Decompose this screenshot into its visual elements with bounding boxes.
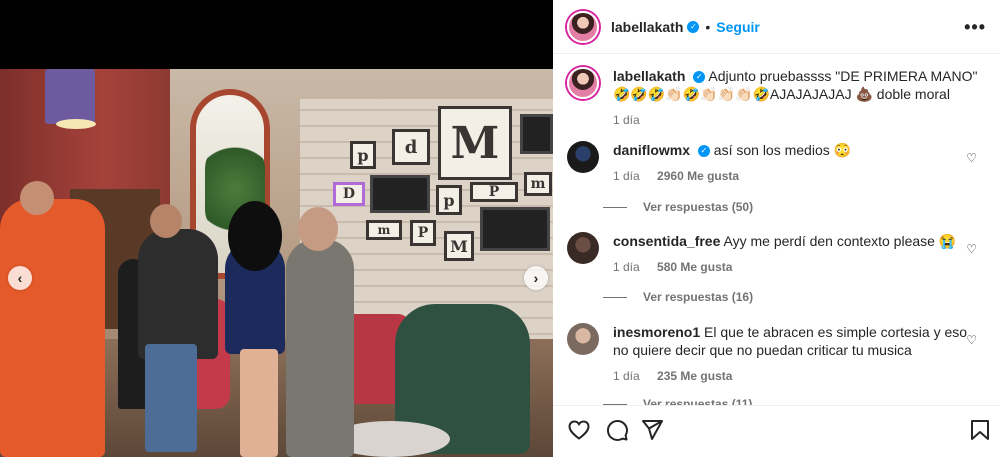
comment-body: consentida_free Ayy me perdí den context… — [613, 232, 968, 276]
person-head — [20, 181, 54, 215]
person-head — [150, 204, 182, 238]
wall-frame: M — [438, 106, 512, 180]
post-media: p d M D p P m m P M ‹ › — [0, 0, 553, 457]
person-black-jacket — [138, 229, 218, 359]
wall-frame: m — [366, 220, 402, 240]
pendant-lamp — [45, 69, 95, 124]
verified-badge-icon: ✓ — [687, 20, 700, 33]
post-sidebar: labellakath ✓ • Seguir ••• labellakath ✓… — [553, 0, 1000, 457]
person-orange-shirt — [0, 199, 105, 457]
wall-frame: M — [444, 231, 474, 261]
chevron-left-icon: ‹ — [17, 270, 23, 286]
view-replies[interactable]: Ver respuestas (50) — [603, 200, 753, 214]
comment-text: así son los medios 😳 — [713, 142, 852, 158]
comment-likes[interactable]: 2960 Me gusta — [657, 169, 739, 183]
avatar[interactable] — [567, 141, 599, 173]
comment-author[interactable]: daniflowmx — [613, 142, 690, 158]
person-legs — [240, 349, 278, 457]
chevron-right-icon: › — [533, 270, 539, 286]
bookmark-icon[interactable] — [968, 418, 992, 442]
heart-icon[interactable]: ♡ — [966, 242, 977, 256]
frame-letter: m — [530, 176, 546, 192]
caption-meta: 1 día — [613, 111, 983, 129]
heart-icon[interactable]: ♡ — [966, 151, 977, 165]
more-icon[interactable]: ••• — [964, 17, 986, 38]
person-hair — [228, 201, 282, 271]
frame-letter: D — [342, 186, 356, 202]
comment-text: Ayy me perdí den contexto please 😭 — [723, 233, 957, 249]
avatar[interactable] — [567, 10, 599, 43]
wall-frame: p — [350, 141, 376, 169]
comment-body: daniflowmx ✓ así son los medios 😳 1 día … — [613, 141, 968, 185]
lamp-light — [56, 119, 96, 129]
heart-icon[interactable]: ♡ — [966, 333, 977, 347]
frame-letter: m — [377, 223, 391, 237]
replies-divider — [603, 296, 627, 298]
comment-time[interactable]: 1 día — [613, 369, 640, 383]
avatar[interactable] — [567, 323, 599, 355]
frame-letter: d — [404, 136, 418, 158]
comment-body: inesmoreno1 El que te abracen es simple … — [613, 323, 968, 385]
heart-icon[interactable] — [567, 418, 591, 442]
view-replies-label[interactable]: Ver respuestas (50) — [643, 200, 753, 214]
view-replies-label[interactable]: Ver respuestas (16) — [643, 290, 753, 304]
comment-meta: 1 día 580 Me gusta — [613, 258, 968, 276]
frame-letter: M — [450, 236, 468, 256]
verified-badge-icon: ✓ — [693, 71, 706, 84]
man-grey-suit — [286, 239, 354, 457]
wall-tv — [520, 114, 553, 154]
avatar[interactable] — [567, 232, 599, 264]
comments-list[interactable]: labellakath ✓ Adjunto pruebassss "DE PRI… — [553, 55, 1000, 405]
comment-likes[interactable]: 235 Me gusta — [657, 369, 732, 383]
frame-letter: M — [450, 117, 500, 169]
verified-badge-icon: ✓ — [697, 145, 710, 158]
view-replies[interactable]: Ver respuestas (11) — [603, 397, 752, 405]
frame-letter: P — [417, 225, 429, 241]
next-image-button[interactable]: › — [524, 266, 548, 290]
wall-frame: p — [436, 185, 462, 215]
wall-tv — [480, 207, 550, 251]
wall-frame: D — [333, 182, 365, 206]
wall-frame: d — [392, 129, 430, 165]
view-replies[interactable]: Ver respuestas (16) — [603, 290, 753, 304]
caption-time[interactable]: 1 día — [613, 113, 640, 127]
action-bar — [553, 405, 1000, 457]
post-author[interactable]: labellakath — [611, 19, 683, 35]
comment-time[interactable]: 1 día — [613, 260, 640, 274]
person-head — [298, 207, 338, 251]
comment-author[interactable]: inesmoreno1 — [613, 324, 700, 340]
send-icon[interactable] — [640, 418, 664, 442]
avatar[interactable] — [567, 67, 599, 99]
wall-frame: P — [470, 182, 518, 202]
wall-frame: m — [524, 172, 552, 196]
separator: • — [705, 18, 711, 35]
follow-button[interactable]: Seguir — [716, 19, 760, 35]
replies-divider — [603, 206, 627, 208]
comment-meta: 1 día 2960 Me gusta — [613, 167, 968, 185]
post-photo[interactable]: p d M D p P m m P M — [0, 69, 553, 457]
person-jeans — [145, 344, 197, 452]
wall-frame: P — [410, 220, 436, 246]
caption-author[interactable]: labellakath — [613, 68, 685, 84]
frame-letter: p — [357, 145, 369, 165]
post-header: labellakath ✓ • Seguir ••• — [553, 0, 1000, 54]
view-replies-label[interactable]: Ver respuestas (11) — [643, 397, 752, 405]
comment-meta: 1 día 235 Me gusta — [613, 367, 968, 385]
wall-tv — [370, 175, 430, 213]
frame-letter: p — [443, 190, 455, 210]
comment-icon[interactable] — [605, 418, 629, 442]
comment-time[interactable]: 1 día — [613, 169, 640, 183]
frame-letter: P — [488, 184, 500, 200]
comment-likes[interactable]: 580 Me gusta — [657, 260, 732, 274]
caption-body: labellakath ✓ Adjunto pruebassss "DE PRI… — [613, 67, 983, 129]
comment-author[interactable]: consentida_free — [613, 233, 720, 249]
prev-image-button[interactable]: ‹ — [8, 266, 32, 290]
